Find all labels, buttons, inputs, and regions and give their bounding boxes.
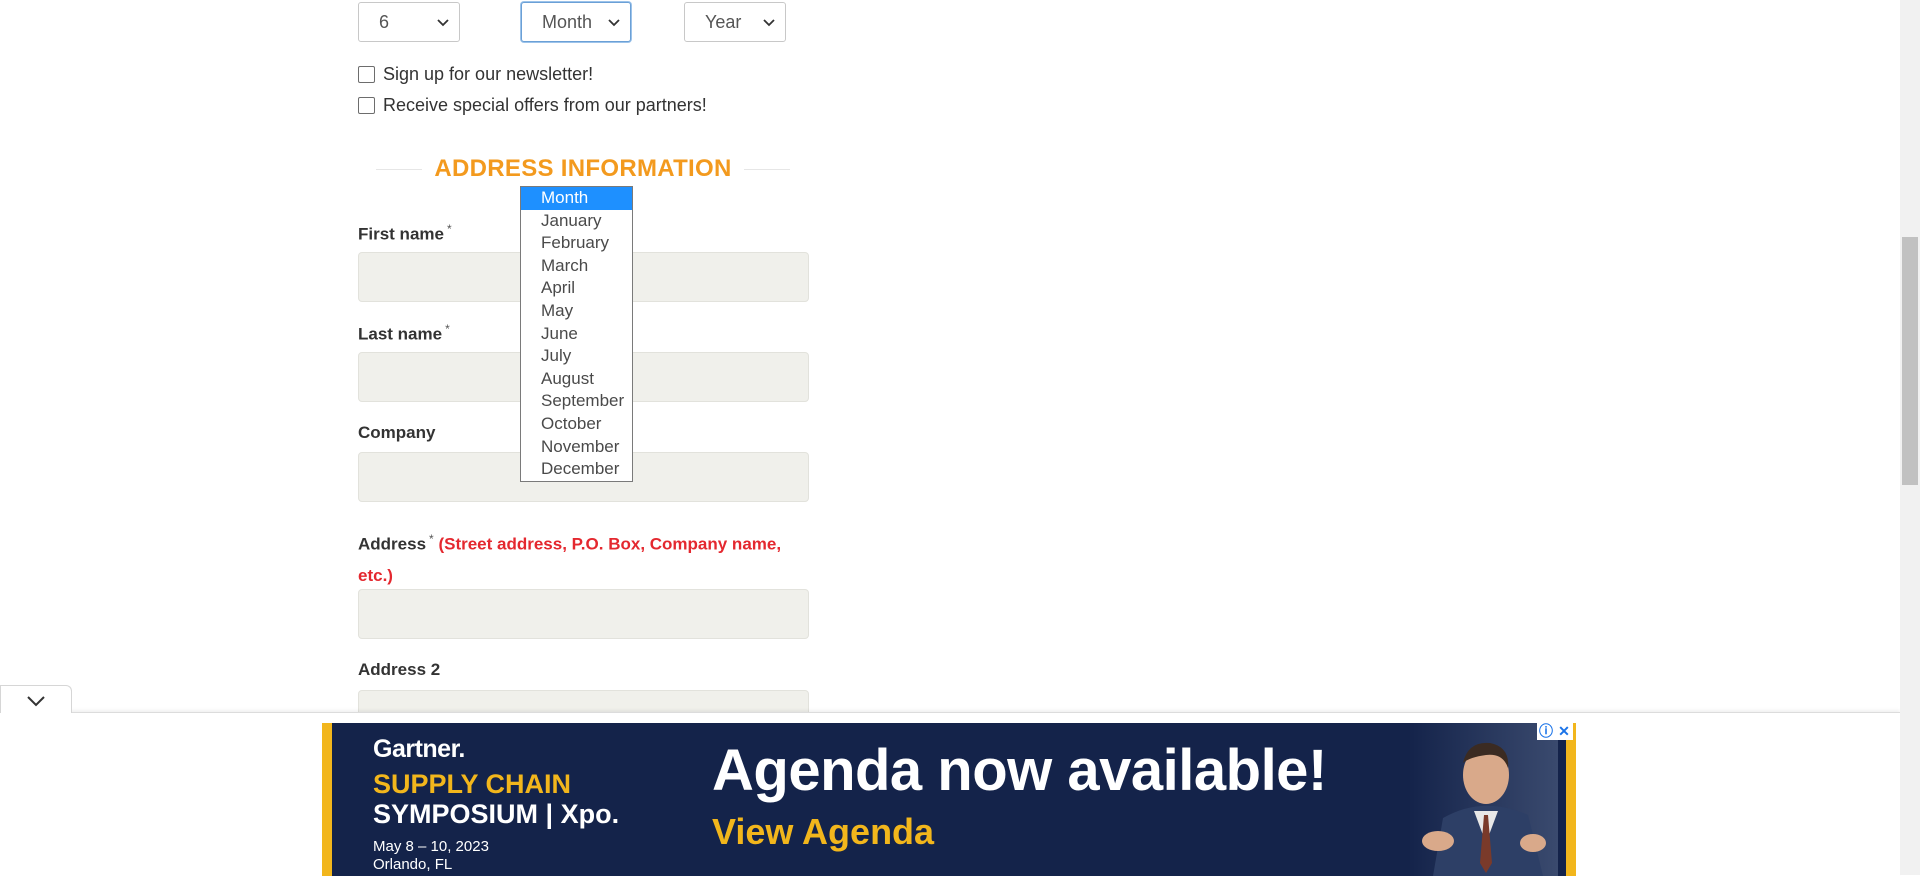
collapse-ad-button[interactable] (0, 685, 72, 713)
month-option[interactable]: December (521, 458, 632, 481)
day-select-value: 6 (379, 11, 390, 32)
month-option[interactable]: August (521, 368, 632, 391)
month-option[interactable]: March (521, 255, 632, 278)
page-scrollbar[interactable] (1900, 0, 1920, 875)
address-label-text: Address (358, 534, 427, 554)
divider (743, 168, 791, 170)
month-option[interactable]: April (521, 277, 632, 300)
month-option[interactable]: September (521, 390, 632, 413)
required-mark: * (446, 222, 452, 236)
company-label: Company (358, 423, 435, 443)
day-select[interactable]: 6 (358, 2, 460, 42)
offers-label[interactable]: Receive special offers from our partners… (383, 95, 707, 116)
company-label-text: Company (358, 423, 436, 442)
ad-headline: Agenda now available! (712, 738, 1327, 803)
ad-controls: ⓘ ✕ (1537, 722, 1573, 740)
ad-line1: SUPPLY CHAIN (373, 769, 572, 799)
last-name-label: Last name * (358, 322, 450, 345)
ad-brand: Gartner. (373, 735, 465, 763)
address-input[interactable] (358, 589, 809, 639)
address2-label: Address 2 (358, 660, 440, 680)
chevron-down-icon (608, 19, 620, 27)
year-select-value: Year (705, 11, 742, 32)
first-name-label: First name * (358, 222, 452, 245)
address-label: Address * (Street address, P.O. Box, Comp… (358, 524, 818, 591)
last-name-label-text: Last name (358, 324, 443, 344)
section-title: ADDRESS INFORMATION (434, 155, 732, 182)
first-name-label-text: First name (358, 224, 444, 244)
newsletter-row: Sign up for our newsletter! (358, 64, 593, 85)
divider (376, 168, 423, 170)
ad-strip: Gartner. SUPPLY CHAIN SYMPOSIUM | Xpo. M… (0, 712, 1900, 876)
month-select-value: Month (542, 11, 593, 32)
chevron-down-icon (27, 696, 45, 707)
chevron-down-icon (437, 19, 449, 27)
ad-info-icon[interactable]: ⓘ (1537, 722, 1555, 740)
page: 6 Month Year Sign up for our newsletter!… (0, 0, 1900, 876)
month-option[interactable]: February (521, 232, 632, 255)
chevron-down-icon (763, 19, 775, 27)
ad-location: Orlando, FL (373, 856, 453, 873)
month-option[interactable]: October (521, 413, 632, 436)
ad-line2: SYMPOSIUM | Xpo. (373, 799, 620, 829)
month-option[interactable]: Month (521, 187, 632, 210)
month-option[interactable]: January (521, 210, 632, 233)
speaker-photo (1408, 723, 1558, 876)
month-option[interactable]: May (521, 300, 632, 323)
year-select[interactable]: Year (684, 2, 786, 42)
ad-cta[interactable]: View Agenda (712, 811, 934, 853)
newsletter-checkbox[interactable] (358, 66, 375, 83)
newsletter-label[interactable]: Sign up for our newsletter! (383, 64, 593, 85)
required-mark: * (429, 532, 434, 546)
ad-close-icon[interactable]: ✕ (1555, 722, 1573, 740)
offers-row: Receive special offers from our partners… (358, 95, 707, 116)
address2-label-text: Address 2 (358, 660, 441, 679)
address-section-heading: ADDRESS INFORMATION (376, 154, 791, 184)
offers-checkbox[interactable] (358, 97, 375, 114)
month-option[interactable]: November (521, 436, 632, 459)
month-select[interactable]: Month (521, 2, 631, 42)
ad-accent-bar (322, 723, 332, 876)
ad-banner[interactable]: Gartner. SUPPLY CHAIN SYMPOSIUM | Xpo. M… (322, 723, 1576, 876)
required-mark: * (445, 322, 450, 336)
month-option[interactable]: July (521, 345, 632, 368)
scrollbar-thumb[interactable] (1902, 237, 1918, 485)
ad-dates: May 8 – 10, 2023 (373, 838, 489, 855)
ad-accent-bar (1566, 723, 1576, 876)
month-dropdown-list[interactable]: Month January February March April May June Jul… (520, 186, 633, 482)
month-option[interactable]: June (521, 323, 632, 346)
